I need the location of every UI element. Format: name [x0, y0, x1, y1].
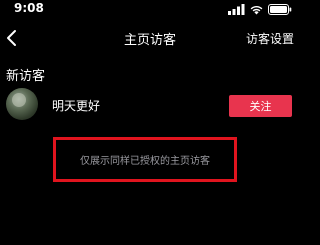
- battery-icon: [268, 3, 292, 15]
- wifi-icon: [250, 5, 263, 14]
- avatar[interactable]: [6, 88, 38, 120]
- follow-button[interactable]: 关注: [229, 95, 292, 117]
- section-heading: 新访客: [6, 69, 46, 84]
- visitor-settings-link[interactable]: 访客设置: [246, 30, 294, 47]
- list-item[interactable]: 明天更好 关注: [0, 88, 300, 128]
- signal-icon: [228, 3, 245, 15]
- visitor-name[interactable]: 明天更好: [52, 97, 100, 114]
- status-time: 9:08: [14, 1, 44, 15]
- notice-text: 仅展示同样已授权的主页访客: [80, 156, 210, 167]
- status-icons: [228, 3, 292, 15]
- notice-box: 仅展示同样已授权的主页访客: [53, 137, 237, 182]
- status-bar: 9:08: [0, 0, 300, 18]
- nav-bar: 主页访客 访客设置: [0, 24, 300, 52]
